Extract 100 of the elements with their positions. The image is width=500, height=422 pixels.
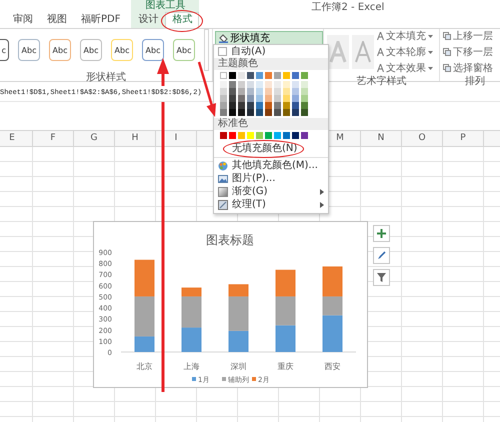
color-swatch[interactable] — [220, 102, 227, 109]
wordart-style-sample[interactable] — [327, 35, 349, 69]
color-swatch[interactable] — [274, 72, 281, 79]
text-format-button[interactable]: 文本轮廓 — [377, 45, 433, 59]
color-swatch[interactable] — [229, 81, 236, 88]
color-swatch[interactable] — [247, 132, 254, 139]
color-swatch[interactable] — [301, 102, 308, 109]
color-swatch[interactable] — [301, 88, 308, 95]
color-swatch[interactable] — [220, 81, 227, 88]
color-swatch[interactable] — [292, 95, 299, 102]
color-swatch[interactable] — [265, 88, 272, 95]
color-swatch[interactable] — [247, 81, 254, 88]
color-swatch[interactable] — [238, 95, 245, 102]
menu-item[interactable]: 自动(A) — [214, 45, 328, 58]
color-swatch[interactable] — [229, 72, 236, 79]
column-header[interactable]: G — [74, 131, 115, 146]
ribbon-tab[interactable]: 设计 — [131, 12, 166, 28]
color-swatch[interactable] — [292, 132, 299, 139]
shape-style-swatch[interactable]: Abc — [80, 39, 102, 61]
column-header[interactable]: F — [33, 131, 74, 146]
arrange-button[interactable]: 选择窗格 — [443, 61, 493, 75]
color-swatch[interactable] — [283, 88, 290, 95]
color-swatch[interactable] — [256, 102, 263, 109]
color-swatch[interactable] — [292, 102, 299, 109]
color-swatch[interactable] — [274, 109, 281, 116]
color-swatch[interactable] — [220, 109, 227, 116]
color-swatch[interactable] — [247, 95, 254, 102]
color-swatch[interactable] — [247, 102, 254, 109]
color-swatch[interactable] — [292, 72, 299, 79]
chart-filter-button[interactable] — [373, 269, 390, 286]
color-swatch[interactable] — [220, 132, 227, 139]
color-swatch[interactable] — [238, 109, 245, 116]
shape-style-swatch[interactable]: Abc — [18, 39, 40, 61]
text-format-button[interactable]: 文本效果 — [377, 61, 433, 75]
color-swatch[interactable] — [256, 109, 263, 116]
color-swatch[interactable] — [283, 102, 290, 109]
color-swatch[interactable] — [220, 88, 227, 95]
color-swatch[interactable] — [229, 109, 236, 116]
color-swatch[interactable] — [283, 132, 290, 139]
color-swatch[interactable] — [247, 88, 254, 95]
column-header[interactable]: P — [443, 131, 484, 146]
color-swatch[interactable] — [274, 132, 281, 139]
shape-style-swatch[interactable]: Abc — [142, 39, 164, 61]
color-swatch[interactable] — [256, 132, 263, 139]
shape-fill-button[interactable]: 形状填充 — [215, 31, 323, 45]
color-swatch[interactable] — [238, 88, 245, 95]
color-swatch[interactable] — [265, 95, 272, 102]
color-swatch[interactable] — [292, 88, 299, 95]
color-swatch[interactable] — [292, 109, 299, 116]
color-swatch[interactable] — [220, 72, 227, 79]
menu-item[interactable]: 其他填充颜色(M)... — [214, 159, 328, 172]
color-swatch[interactable] — [301, 109, 308, 116]
color-swatch[interactable] — [283, 109, 290, 116]
arrange-button[interactable]: 上移一层 — [443, 29, 493, 43]
chart-elements-button[interactable] — [373, 225, 390, 242]
column-header[interactable]: E — [0, 131, 33, 146]
chart-styles-button[interactable] — [373, 247, 390, 264]
shape-style-swatch[interactable]: Abc — [49, 39, 71, 61]
color-swatch[interactable] — [256, 95, 263, 102]
color-swatch[interactable] — [283, 81, 290, 88]
ribbon-tab[interactable]: 审阅 — [6, 12, 40, 28]
color-swatch[interactable] — [274, 102, 281, 109]
color-swatch[interactable] — [301, 95, 308, 102]
color-swatch[interactable] — [229, 88, 236, 95]
column-header[interactable]: I — [156, 131, 197, 146]
text-format-button[interactable]: 文本填充 — [377, 29, 433, 43]
color-swatch[interactable] — [283, 95, 290, 102]
ribbon-tab[interactable]: 视图 — [40, 12, 74, 28]
color-swatch[interactable] — [247, 72, 254, 79]
color-swatch[interactable] — [274, 95, 281, 102]
color-swatch[interactable] — [265, 132, 272, 139]
color-swatch[interactable] — [220, 95, 227, 102]
wordart-style-sample[interactable] — [352, 35, 374, 69]
shape-style-swatch[interactable]: Abc — [111, 39, 133, 61]
gallery-scrollbar[interactable] — [204, 29, 209, 71]
color-swatch[interactable] — [283, 72, 290, 79]
color-swatch[interactable] — [301, 72, 308, 79]
column-header[interactable]: H — [115, 131, 156, 146]
menu-item[interactable]: 纹理(T) — [214, 198, 328, 211]
color-swatch[interactable] — [256, 81, 263, 88]
column-header[interactable]: O — [402, 131, 443, 146]
color-swatch[interactable] — [238, 72, 245, 79]
column-header[interactable]: N — [361, 131, 402, 146]
color-swatch[interactable] — [274, 81, 281, 88]
color-swatch[interactable] — [292, 81, 299, 88]
menu-item[interactable]: 渐变(G) — [214, 185, 328, 198]
shape-style-swatch[interactable]: Abc — [173, 39, 195, 61]
menu-item[interactable]: 图片(P)... — [214, 172, 328, 185]
color-swatch[interactable] — [265, 72, 272, 79]
ribbon-tab[interactable]: 福昕PDF — [74, 12, 128, 28]
color-swatch[interactable] — [265, 109, 272, 116]
arrange-button[interactable]: 下移一层 — [443, 45, 493, 59]
color-swatch[interactable] — [301, 81, 308, 88]
color-swatch[interactable] — [229, 132, 236, 139]
color-swatch[interactable] — [238, 81, 245, 88]
color-swatch[interactable] — [256, 72, 263, 79]
color-swatch[interactable] — [265, 102, 272, 109]
color-swatch[interactable] — [238, 132, 245, 139]
color-swatch[interactable] — [229, 95, 236, 102]
shape-style-swatch[interactable]: c — [0, 39, 9, 61]
